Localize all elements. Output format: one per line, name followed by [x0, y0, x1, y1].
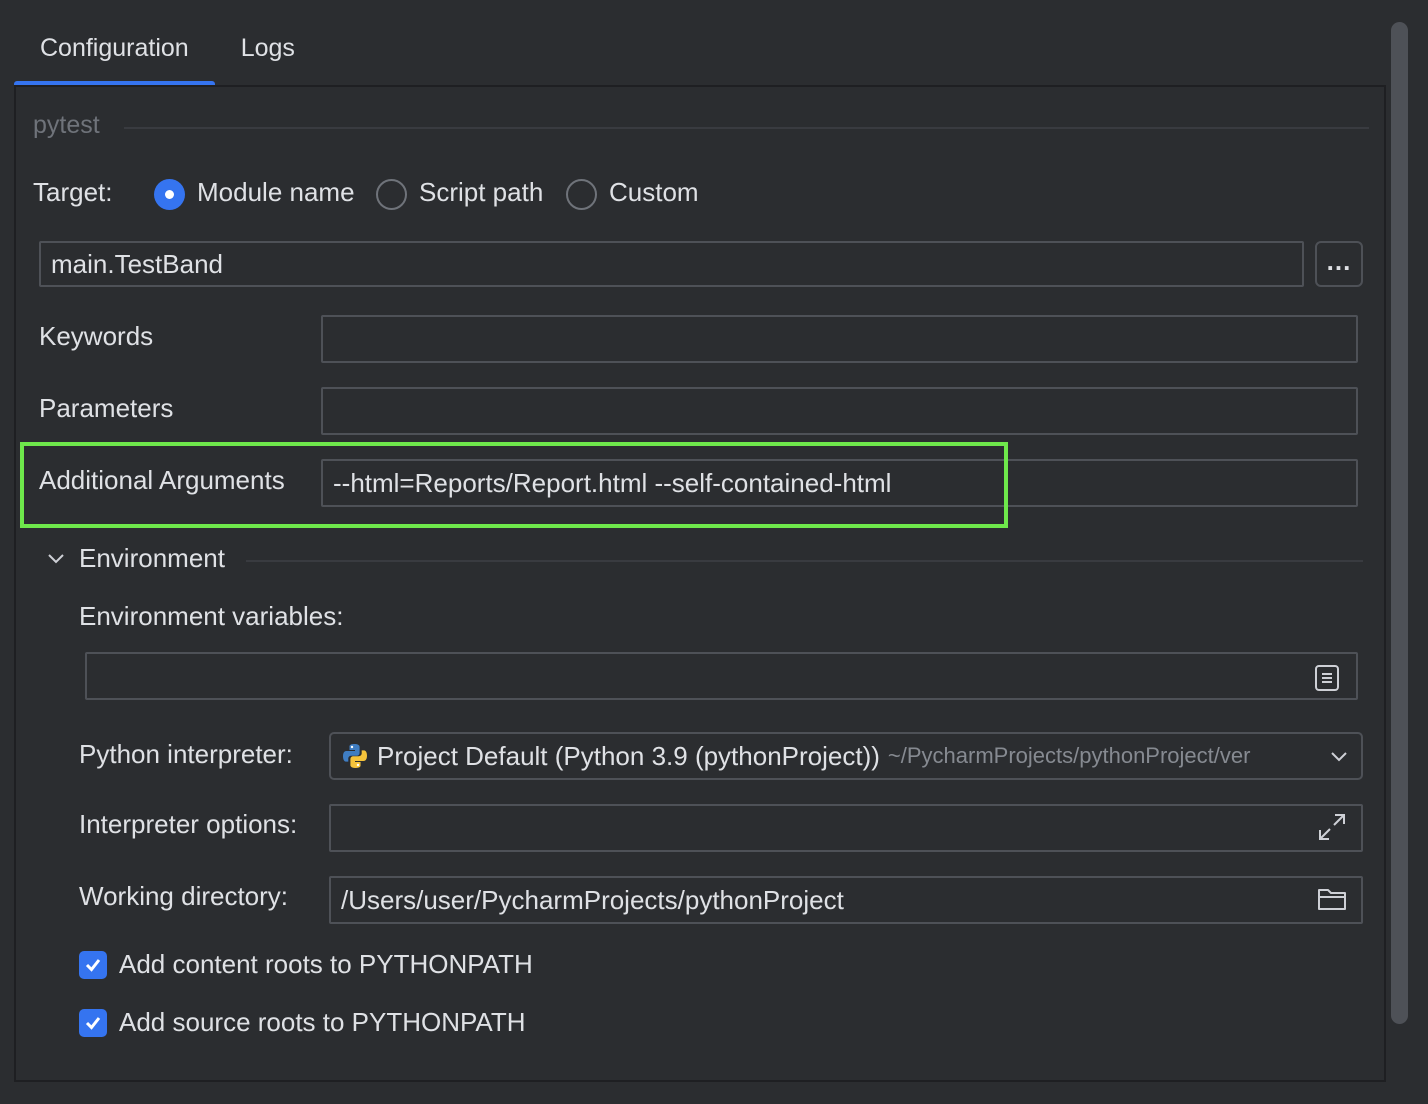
env-vars-label: Environment variables:: [79, 601, 344, 631]
highlight-box: [20, 442, 1008, 528]
tab-logs[interactable]: Logs: [215, 0, 321, 86]
environment-separator: [246, 560, 1363, 562]
checkmark-icon: [85, 1017, 101, 1030]
env-vars-input[interactable]: [85, 652, 1358, 700]
section-separator: [124, 127, 1369, 129]
python-interpreter-label: Python interpreter:: [79, 739, 293, 769]
add-content-roots-label[interactable]: Add content roots to PYTHONPATH: [119, 949, 533, 980]
configuration-panel: pytest Target: Module name Script path C…: [14, 85, 1386, 1082]
radio-script-path-label[interactable]: Script path: [419, 177, 543, 208]
chevron-down-icon[interactable]: [46, 548, 66, 568]
add-source-roots-label[interactable]: Add source roots to PYTHONPATH: [119, 1007, 526, 1038]
browse-button[interactable]: ...: [1315, 241, 1363, 287]
target-label: Target:: [33, 177, 113, 207]
tab-bar: Configuration Logs: [14, 0, 321, 86]
radio-custom[interactable]: [566, 179, 597, 210]
add-source-roots-checkbox[interactable]: [79, 1009, 107, 1037]
radio-custom-label[interactable]: Custom: [609, 177, 699, 208]
parameters-label: Parameters: [39, 393, 174, 423]
checkmark-icon: [85, 959, 101, 972]
keywords-label: Keywords: [39, 321, 154, 351]
working-directory-label: Working directory:: [79, 881, 289, 911]
keywords-input[interactable]: [321, 315, 1358, 363]
folder-icon[interactable]: [1316, 884, 1348, 914]
radio-module-name[interactable]: [154, 179, 185, 210]
radio-module-name-label[interactable]: Module name: [197, 177, 355, 208]
python-interpreter-value: Project Default (Python 3.9 (pythonProje…: [377, 740, 880, 771]
target-module-input[interactable]: main.TestBand: [39, 241, 1304, 287]
python-interpreter-select[interactable]: Project Default (Python 3.9 (pythonProje…: [329, 732, 1363, 780]
document-list-icon[interactable]: [1314, 664, 1340, 692]
interpreter-options-label: Interpreter options:: [79, 809, 298, 839]
working-directory-value: /Users/user/PycharmProjects/pythonProjec…: [341, 884, 844, 915]
chevron-down-icon[interactable]: [1328, 747, 1350, 767]
tab-configuration[interactable]: Configuration: [14, 0, 215, 86]
add-content-roots-checkbox[interactable]: [79, 951, 107, 979]
radio-script-path[interactable]: [376, 179, 407, 210]
expand-icon[interactable]: [1316, 811, 1348, 843]
environment-title[interactable]: Environment: [79, 543, 225, 574]
vertical-scrollbar[interactable]: [1391, 22, 1408, 1024]
section-title: pytest: [33, 111, 100, 139]
target-module-value: main.TestBand: [51, 248, 223, 279]
parameters-input[interactable]: [321, 387, 1358, 435]
interpreter-options-input[interactable]: [329, 804, 1363, 852]
python-logo-icon: [341, 742, 369, 770]
python-interpreter-path: ~/PycharmProjects/pythonProject/ver: [887, 743, 1251, 768]
working-directory-input[interactable]: /Users/user/PycharmProjects/pythonProjec…: [329, 876, 1363, 924]
